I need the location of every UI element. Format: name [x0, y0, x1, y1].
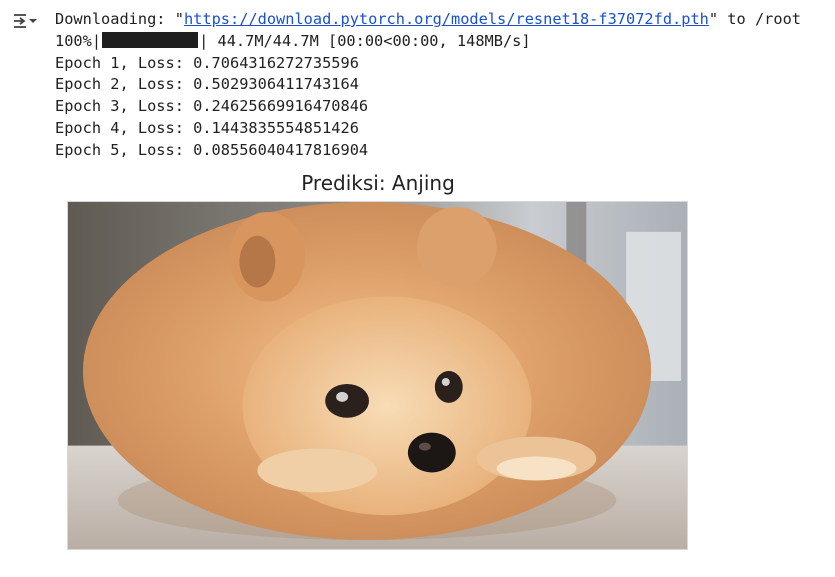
- collapse-output-icon[interactable]: [10, 10, 40, 32]
- progress-bar: [102, 31, 199, 48]
- download-line: Downloading: "https://download.pytorch.o…: [55, 9, 835, 31]
- epoch-line: Epoch 1, Loss: 0.7064316272735596: [55, 53, 359, 72]
- epoch-line: Epoch 3, Loss: 0.24625669916470846: [55, 97, 369, 116]
- download-prefix: Downloading: ": [55, 10, 184, 28]
- download-suffix: " to /root: [708, 10, 801, 28]
- prediction-title: Prediksi: Anjing: [301, 171, 455, 195]
- cell-output: Downloading: "https://download.pytorch.o…: [55, 9, 835, 162]
- progress-line: 100%| | 44.7M/44.7M [00:00<00:00, 148MB/s…: [55, 31, 835, 53]
- epoch-line: Epoch 5, Loss: 0.08556040417816904: [55, 140, 369, 159]
- epoch-line: Epoch 2, Loss: 0.5029306411743164: [55, 75, 359, 94]
- pomeranian-dog-photo: [67, 201, 688, 550]
- progress-percent: 100%|: [55, 31, 102, 50]
- epoch-line: Epoch 4, Loss: 0.1443835554851426: [55, 118, 359, 137]
- download-link[interactable]: https://download.pytorch.org/models/resn…: [184, 10, 709, 28]
- progress-stats: | 44.7M/44.7M [00:00<00:00, 148MB/s]: [199, 31, 531, 50]
